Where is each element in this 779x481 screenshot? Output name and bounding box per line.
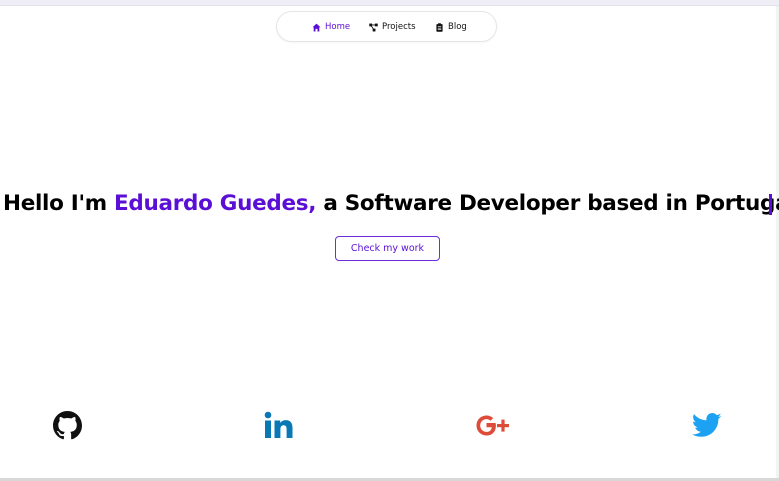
twitter-icon — [692, 412, 722, 437]
nav-item-home[interactable]: Home — [312, 20, 350, 34]
nav-item-blog[interactable]: Blog — [435, 20, 467, 34]
hero-headline: Hello I'm Eduardo Guedes, a Software Dev… — [0, 189, 779, 223]
linkedin-icon — [264, 411, 293, 438]
project-tree-icon — [369, 23, 378, 32]
page: Home Projects Blog Hello I'm Eduardo Gue… — [0, 0, 779, 481]
twitter-link[interactable] — [690, 408, 724, 442]
navbar: Home Projects Blog — [276, 11, 497, 42]
check-my-work-button[interactable]: Check my work — [335, 236, 440, 261]
home-icon — [312, 23, 321, 32]
google-plus-link[interactable] — [476, 408, 510, 442]
hero-prefix: Hello I'm — [3, 191, 107, 216]
nav-item-projects[interactable]: Projects — [369, 20, 416, 34]
clipboard-icon — [435, 22, 444, 32]
hero-suffix: a Software Developer based in Portugal! — [323, 191, 779, 216]
nav-projects-label: Projects — [382, 22, 416, 32]
github-link[interactable] — [50, 408, 84, 442]
hero-name: Eduardo Guedes, — [114, 191, 317, 216]
top-border — [0, 0, 779, 6]
linkedin-link[interactable] — [262, 408, 296, 442]
github-icon — [52, 410, 82, 439]
typing-cursor — [769, 194, 772, 215]
nav-blog-label: Blog — [448, 22, 467, 32]
google-plus-icon — [476, 415, 509, 436]
nav-home-label: Home — [325, 22, 351, 32]
